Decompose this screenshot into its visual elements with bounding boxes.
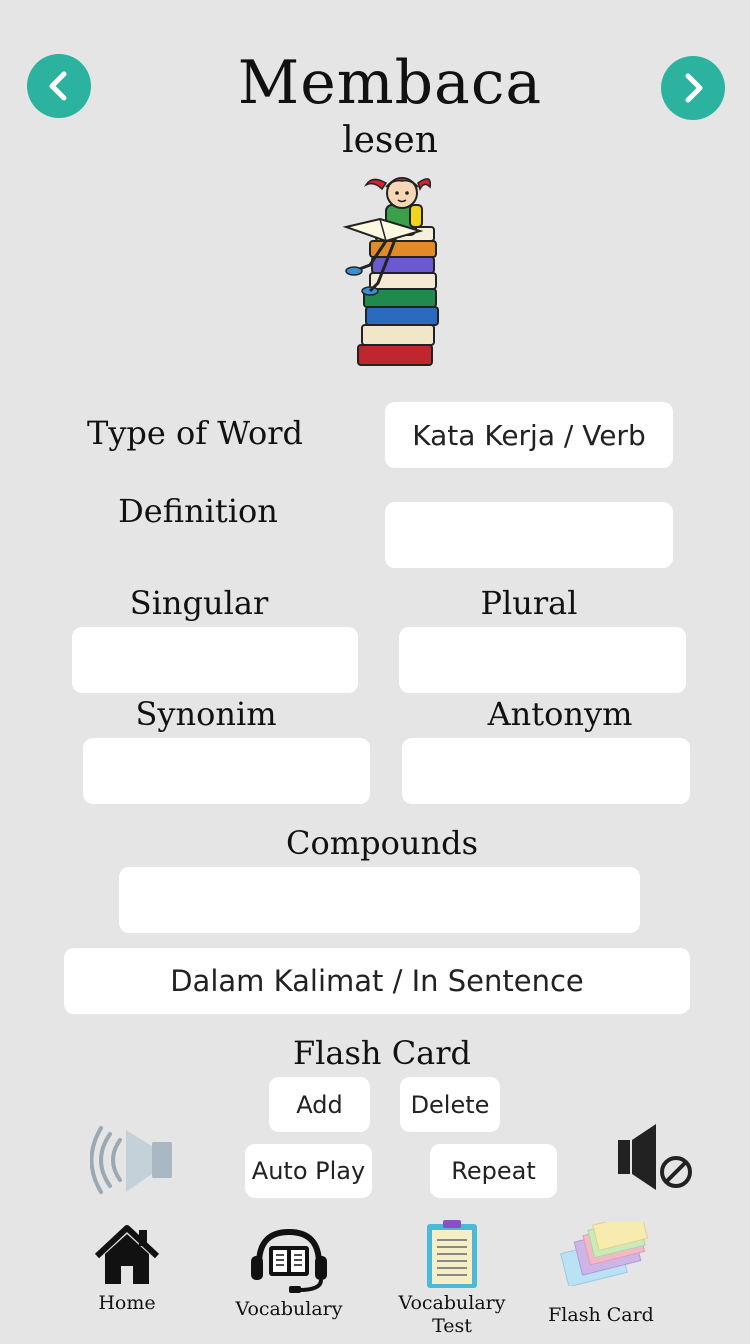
compounds-label: Compounds	[286, 824, 478, 862]
repeat-button[interactable]: Repeat	[430, 1144, 557, 1198]
synonim-field[interactable]	[83, 738, 370, 804]
nav-vocabulary-test-label-line1: Vocabulary	[398, 1292, 506, 1314]
singular-field[interactable]	[72, 627, 358, 693]
plural-label: Plural	[480, 584, 578, 622]
in-sentence-button[interactable]: Dalam Kalimat / In Sentence	[64, 948, 690, 1014]
add-button[interactable]: Add	[269, 1077, 370, 1132]
synonim-label: Synonim	[135, 695, 277, 733]
nav-home-label: Home	[98, 1292, 156, 1314]
clipboard-icon	[427, 1220, 477, 1288]
mute-icon[interactable]	[618, 1122, 696, 1192]
nav-vocabulary-test-label-line2: Test	[432, 1315, 472, 1337]
type-of-word-label: Type of Word	[86, 414, 304, 452]
nav-vocabulary-label: Vocabulary	[235, 1298, 343, 1320]
speaker-icon[interactable]	[90, 1122, 176, 1198]
singular-label: Singular	[129, 584, 269, 622]
antonym-label: Antonym	[487, 695, 633, 733]
page-title: Membaca	[237, 48, 543, 118]
nav-home[interactable]: Home	[82, 1224, 172, 1324]
antonym-field[interactable]	[402, 738, 690, 804]
plural-field[interactable]	[399, 627, 686, 693]
delete-button[interactable]: Delete	[400, 1077, 500, 1132]
auto-play-button[interactable]: Auto Play	[245, 1144, 372, 1198]
nav-flash-card[interactable]: Flash Card	[540, 1222, 662, 1332]
index-cards-icon	[560, 1222, 649, 1286]
translation-subtitle: lesen	[342, 120, 438, 161]
home-icon	[95, 1225, 159, 1284]
flash-card-heading: Flash Card	[292, 1034, 472, 1072]
definition-field[interactable]	[385, 502, 673, 568]
type-of-word-field[interactable]: Kata Kerja / Verb	[385, 402, 673, 468]
headset-book-icon	[251, 1228, 327, 1293]
compounds-field[interactable]	[119, 867, 640, 933]
definition-label: Definition	[118, 492, 278, 530]
girl-reading-illustration	[342, 177, 439, 366]
nav-vocabulary[interactable]: Vocabulary	[228, 1226, 350, 1326]
nav-vocabulary-test[interactable]: Vocabulary Test	[392, 1220, 512, 1340]
nav-flash-card-label: Flash Card	[548, 1304, 654, 1326]
